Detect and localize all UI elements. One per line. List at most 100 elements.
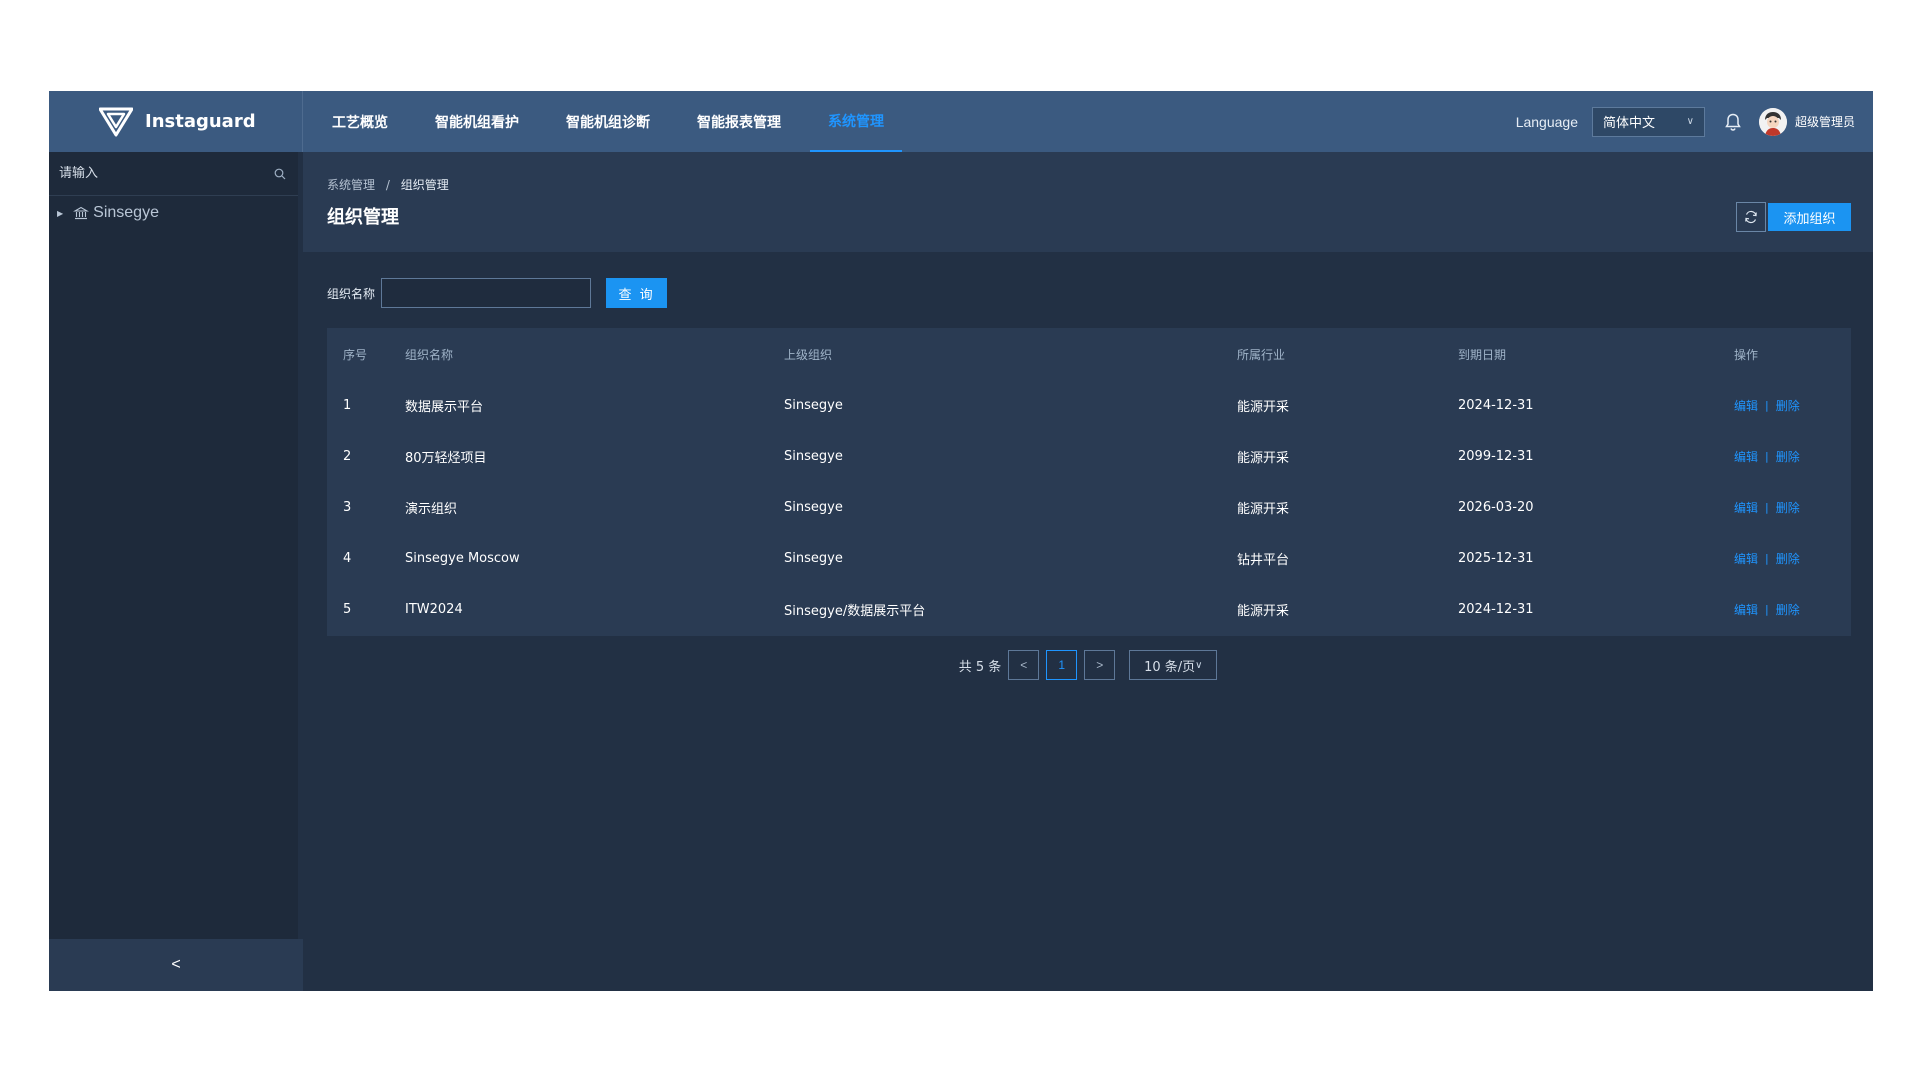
breadcrumb-item-current: 组织管理 — [400, 178, 449, 192]
organization-name-input[interactable] — [381, 278, 592, 308]
cell-industry: 能源开采 — [1237, 400, 1290, 415]
nav-item-report-management[interactable]: 智能报表管理 — [679, 91, 799, 152]
cell-no: 1 — [343, 398, 352, 413]
cell-actions: 编辑 | 删除 — [1718, 533, 1851, 584]
instaguard-logo-icon — [99, 107, 133, 136]
organization-table: 序号 组织名称 上级组织 所属行业 到期日期 操作 1 数据展示平台 Sinse… — [327, 328, 1851, 636]
avatar[interactable] — [1758, 107, 1787, 136]
cell-expiry: 2025-12-31 — [1458, 551, 1534, 566]
brand-name: Instaguard — [145, 111, 256, 132]
edit-link[interactable]: 编辑 — [1734, 397, 1758, 414]
action-separator: | — [1765, 399, 1769, 412]
nav-item-unit-diagnosis[interactable]: 智能机组诊断 — [548, 91, 668, 152]
cell-parent: Sinsegye — [784, 500, 843, 515]
total-count: 共 5 条 — [958, 659, 1002, 675]
edit-link[interactable]: 编辑 — [1734, 550, 1758, 567]
delete-link[interactable]: 删除 — [1776, 397, 1800, 414]
cell-no: 2 — [343, 449, 352, 464]
edit-link[interactable]: 编辑 — [1734, 499, 1758, 516]
user-name[interactable]: 超级管理员 — [1795, 113, 1855, 130]
sidebar: ▶ Sinsegye — [49, 152, 298, 991]
cell-expiry: 2026-03-20 — [1458, 500, 1534, 515]
brand[interactable]: Instaguard — [49, 91, 303, 152]
table-row: 3 演示组织 Sinsegye 能源开采 2026-03-20 编辑 | 删除 — [327, 482, 1851, 533]
sidebar-search-input[interactable] — [59, 166, 274, 181]
sidebar-collapse-button[interactable]: < — [49, 939, 303, 991]
cell-name: 80万轻烃项目 — [405, 451, 487, 466]
filter-bar: 组织名称 查 询 — [327, 278, 668, 308]
table-header-row: 序号 组织名称 上级组织 所属行业 到期日期 操作 — [327, 328, 1851, 380]
language-label: Language — [1515, 113, 1578, 130]
cell-industry: 能源开采 — [1237, 502, 1290, 517]
pagination: 共 5 条 < 1 > 10 条/页 ∨ — [303, 650, 1873, 680]
delete-link[interactable]: 删除 — [1776, 499, 1800, 516]
refresh-button[interactable] — [1736, 202, 1766, 232]
cell-expiry: 2024-12-31 — [1458, 602, 1534, 617]
nav-item-process-overview[interactable]: 工艺概览 — [314, 91, 406, 152]
cell-parent: Sinsegye — [784, 449, 843, 464]
cell-industry: 能源开采 — [1237, 604, 1290, 619]
caret-right-icon[interactable]: ▶ — [57, 209, 63, 218]
cell-name: 数据展示平台 — [405, 400, 484, 415]
page-size-value: 10 条/页 — [1144, 659, 1196, 675]
cell-no: 3 — [343, 500, 352, 515]
sidebar-search — [49, 152, 298, 196]
cell-parent: Sinsegye — [784, 551, 843, 566]
column-header-parent: 上级组织 — [784, 347, 833, 362]
delete-link[interactable]: 删除 — [1776, 448, 1800, 465]
action-separator: | — [1765, 603, 1769, 616]
tree-node-sinsegye[interactable]: ▶ Sinsegye — [49, 196, 298, 230]
chevron-left-icon: < — [171, 956, 181, 973]
nav-item-unit-care[interactable]: 智能机组看护 — [417, 91, 537, 152]
top-navbar: Instaguard 工艺概览 智能机组看护 智能机组诊断 智能报表管理 系统管… — [49, 91, 1873, 152]
nav-item-system-management[interactable]: 系统管理 — [810, 91, 902, 152]
next-page-button[interactable]: > — [1084, 650, 1116, 680]
header-actions: Language 简体中文 ∨ 超级管理员 — [1516, 91, 1855, 152]
cell-actions: 编辑 | 删除 — [1718, 482, 1851, 533]
cell-actions: 编辑 | 删除 — [1718, 380, 1851, 431]
main-nav: 工艺概览 智能机组看护 智能机组诊断 智能报表管理 系统管理 — [303, 91, 902, 152]
column-header-industry: 所属行业 — [1237, 347, 1286, 362]
tree-node-label: Sinsegye — [93, 204, 159, 221]
page-size-select[interactable]: 10 条/页 ∨ — [1129, 650, 1218, 680]
cell-actions: 编辑 | 删除 — [1718, 584, 1851, 635]
cell-no: 5 — [343, 602, 352, 617]
cell-actions: 编辑 | 删除 — [1718, 431, 1851, 482]
page-header: 系统管理 / 组织管理 组织管理 添加组织 — [303, 152, 1873, 252]
bell-icon[interactable] — [1723, 112, 1743, 132]
edit-link[interactable]: 编辑 — [1734, 448, 1758, 465]
column-header-name: 组织名称 — [405, 347, 454, 362]
table-row: 2 80万轻烃项目 Sinsegye 能源开采 2099-12-31 编辑 | … — [327, 431, 1851, 482]
add-organization-button[interactable]: 添加组织 — [1768, 203, 1851, 231]
bank-icon — [73, 206, 90, 220]
prev-page-button[interactable]: < — [1008, 650, 1040, 680]
chevron-down-icon: ∨ — [1686, 116, 1694, 127]
column-header-expiry: 到期日期 — [1458, 347, 1507, 362]
cell-expiry: 2099-12-31 — [1458, 449, 1534, 464]
breadcrumb-separator: / — [385, 178, 390, 192]
cell-name: 演示组织 — [405, 502, 458, 517]
cell-no: 4 — [343, 551, 352, 566]
chevron-right-icon: > — [1096, 658, 1104, 672]
delete-link[interactable]: 删除 — [1776, 601, 1800, 618]
query-button[interactable]: 查 询 — [606, 278, 668, 308]
action-separator: | — [1765, 501, 1769, 514]
column-header-no: 序号 — [343, 347, 368, 362]
app-window: Instaguard 工艺概览 智能机组看护 智能机组诊断 智能报表管理 系统管… — [49, 91, 1873, 991]
language-select[interactable]: 简体中文 ∨ — [1591, 106, 1705, 137]
search-icon[interactable] — [274, 168, 286, 180]
chevron-left-icon: < — [1020, 658, 1028, 672]
cell-name: ITW2024 — [405, 602, 463, 617]
cell-industry: 能源开采 — [1237, 451, 1290, 466]
action-separator: | — [1765, 450, 1769, 463]
action-separator: | — [1765, 552, 1769, 565]
page-title: 组织管理 — [327, 207, 399, 228]
main-content: 系统管理 / 组织管理 组织管理 添加组织 组织名称 查 询 序号 组织名称 上… — [303, 152, 1873, 991]
column-header-actions: 操作 — [1734, 347, 1759, 362]
breadcrumb-item-system[interactable]: 系统管理 — [327, 178, 375, 192]
breadcrumb: 系统管理 / 组织管理 — [327, 176, 1851, 193]
edit-link[interactable]: 编辑 — [1734, 601, 1758, 618]
delete-link[interactable]: 删除 — [1776, 550, 1800, 567]
refresh-icon — [1745, 210, 1757, 224]
page-button-current[interactable]: 1 — [1046, 650, 1078, 680]
